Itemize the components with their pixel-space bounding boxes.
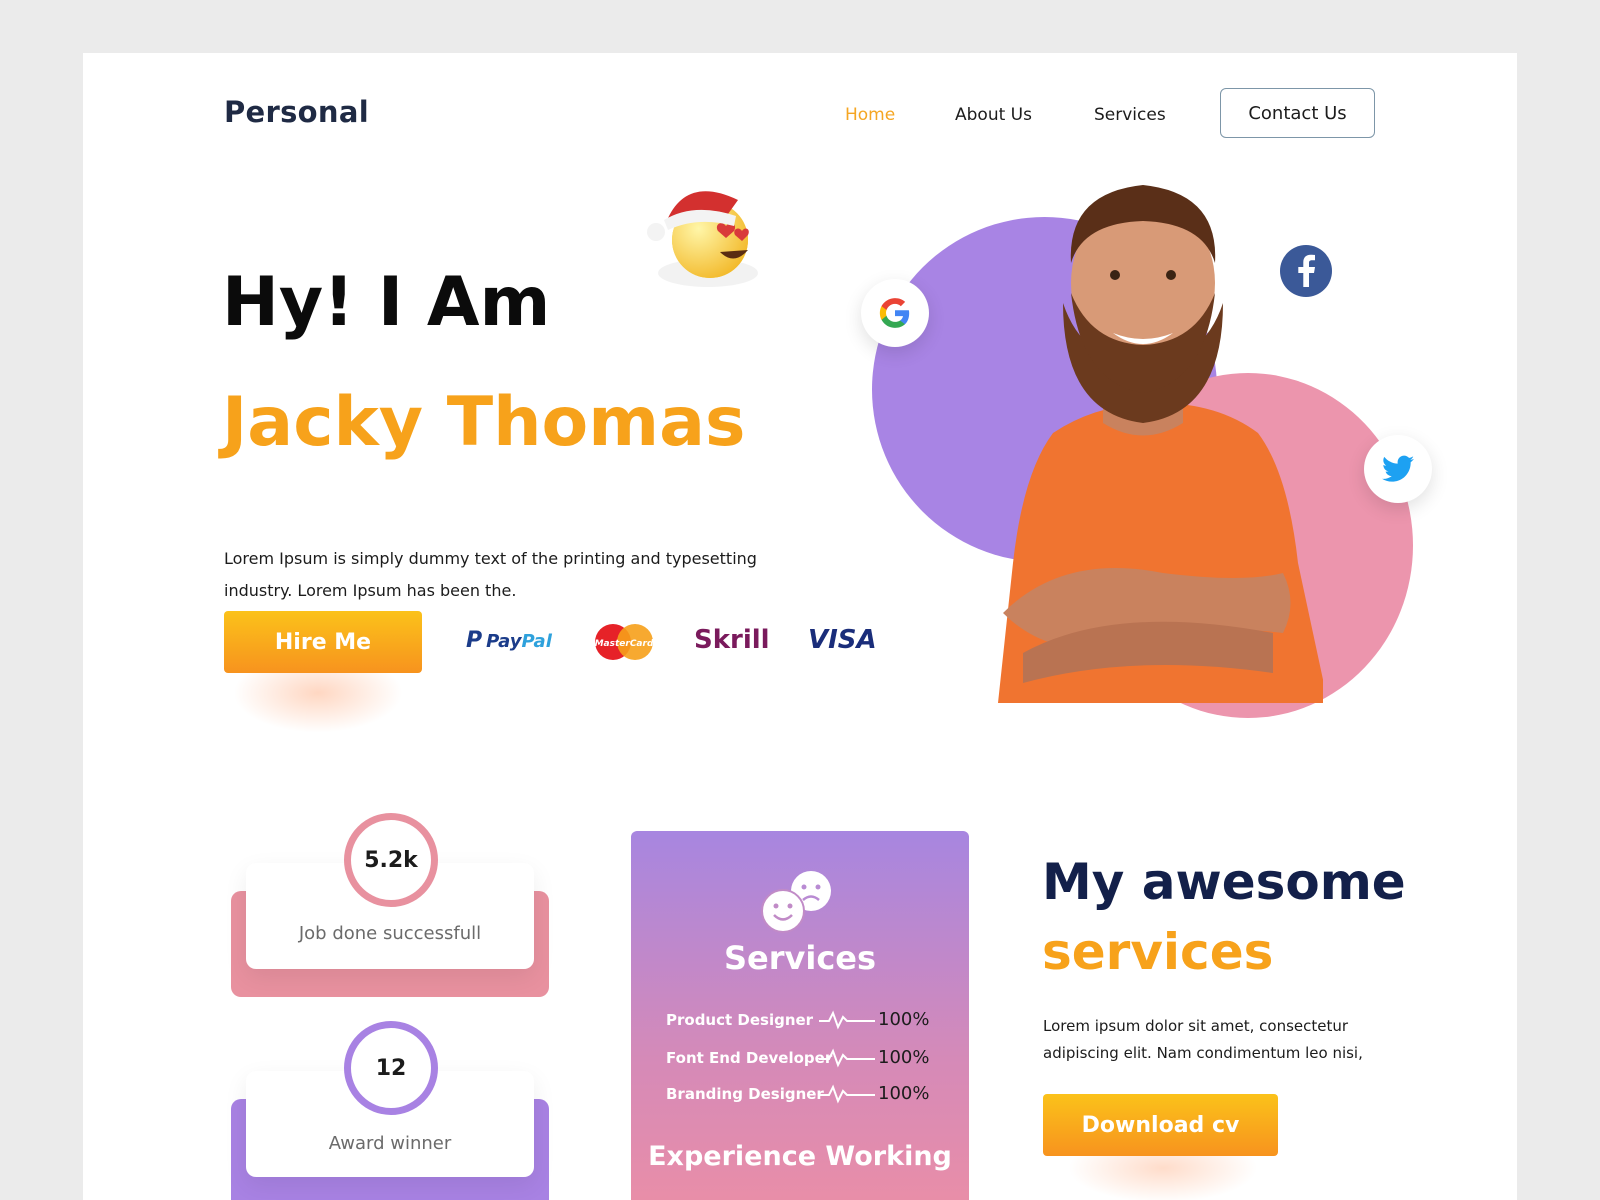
- nav-services-link[interactable]: Services: [1094, 105, 1166, 125]
- profile-photo: [963, 183, 1328, 717]
- santa-heart-eyes-emoji-icon: [638, 178, 768, 302]
- facebook-social-button[interactable]: [1280, 245, 1332, 297]
- download-cv-button[interactable]: Download cv: [1043, 1094, 1278, 1156]
- awesome-description: Lorem ipsum dolor sit amet, consectetur …: [1043, 1017, 1363, 1062]
- stat-label: Award winner: [328, 1133, 452, 1154]
- service-row: Branding Designer 100%: [666, 1083, 936, 1105]
- contact-us-button[interactable]: Contact Us: [1220, 88, 1375, 138]
- awesome-heading-line2: services: [1042, 923, 1274, 981]
- mastercard-text: MasterCard: [595, 639, 654, 649]
- hire-me-button[interactable]: Hire Me: [224, 611, 422, 673]
- nav-about-link[interactable]: About Us: [955, 105, 1032, 125]
- stat-jobs-done: Job done successfull 5.2k: [231, 813, 549, 1053]
- page-card: Personal Home About Us Services Contact …: [83, 53, 1517, 1200]
- hero-greeting: Hy! I Am: [222, 263, 551, 342]
- hero-name: Jacky Thomas: [222, 383, 746, 462]
- stat-label: Job done successfull: [298, 923, 482, 944]
- emotions-icon: [761, 869, 833, 937]
- paypal-logo: P PayPal: [466, 628, 552, 653]
- google-icon: [879, 298, 910, 328]
- visa-logo: VISA: [808, 625, 877, 655]
- skrill-logo: Skrill: [694, 625, 770, 655]
- services-card: Services Product Designer 100% Font End …: [631, 831, 969, 1200]
- service-percent: 100%: [878, 1009, 930, 1030]
- service-name: Product Designer: [666, 1011, 814, 1029]
- facebook-icon: [1280, 245, 1332, 297]
- service-percent: 100%: [878, 1047, 930, 1068]
- service-percent: 100%: [878, 1083, 930, 1104]
- awesome-heading-line1: My awesome: [1042, 853, 1406, 911]
- nav-home-link[interactable]: Home: [845, 105, 895, 125]
- pulse-line-icon: [819, 1048, 875, 1068]
- stat-value-badge: 5.2k: [344, 813, 438, 907]
- paypal-logo-text-pal: Pal: [521, 631, 552, 652]
- paypal-p-icon: P: [466, 628, 483, 653]
- mastercard-logo: MasterCard: [593, 622, 655, 662]
- service-name: Branding Designer: [666, 1085, 824, 1103]
- service-row: Font End Developer 100%: [666, 1047, 936, 1069]
- pulse-line-icon: [819, 1084, 875, 1104]
- site-logo[interactable]: Personal: [224, 95, 369, 129]
- paypal-logo-text-pay: Pay: [486, 631, 522, 652]
- stat-award-winner: Award winner 12: [231, 1021, 549, 1200]
- service-name: Font End Developer: [666, 1049, 833, 1067]
- hero-description: Lorem Ipsum is simply dummy text of the …: [224, 549, 757, 600]
- service-row: Product Designer 100%: [666, 1009, 936, 1031]
- stat-value-badge: 12: [344, 1021, 438, 1115]
- experience-working-heading: Experience Working: [648, 1141, 952, 1172]
- google-social-button[interactable]: [861, 279, 929, 347]
- twitter-social-button[interactable]: [1364, 435, 1432, 503]
- pulse-line-icon: [819, 1010, 875, 1030]
- services-card-title: Services: [723, 939, 877, 977]
- twitter-icon: [1382, 455, 1414, 482]
